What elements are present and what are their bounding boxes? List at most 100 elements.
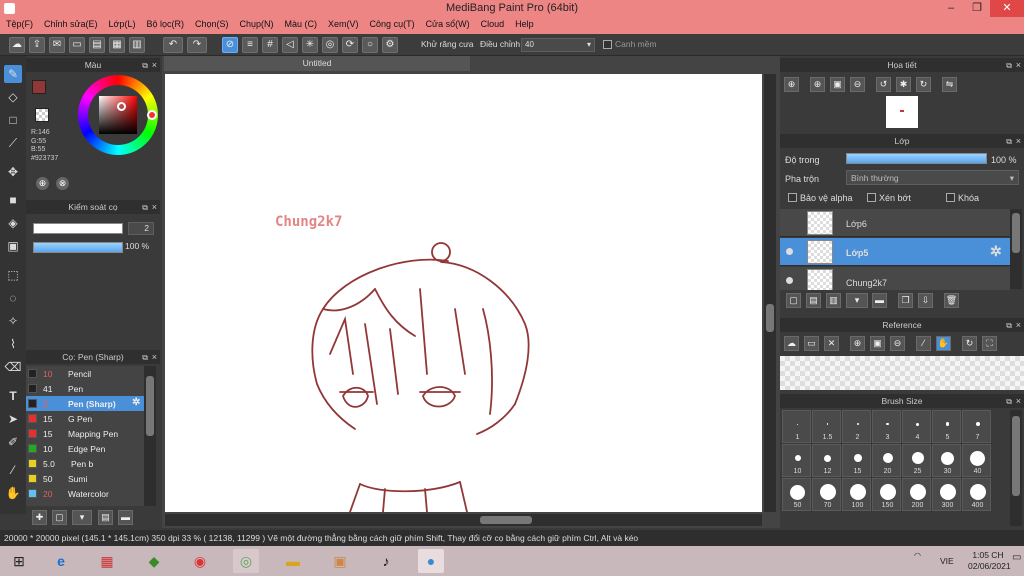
wifi-icon[interactable]: ◠	[914, 551, 921, 560]
popout-icon[interactable]: ⧉	[142, 59, 148, 73]
close-icon[interactable]: ×	[1016, 58, 1021, 72]
eyedropper-tool-icon[interactable]: ⁄	[4, 461, 22, 479]
radial-snap-icon[interactable]: ✳	[302, 37, 318, 53]
rotate-right-icon[interactable]: ↻	[916, 77, 931, 92]
magic-wand-tool-icon[interactable]: ✧	[4, 312, 22, 330]
cloud-icon[interactable]: ☁	[784, 336, 799, 351]
new-halftone-layer-icon[interactable]: ▤	[806, 293, 821, 308]
operation-tool-icon[interactable]: ➤	[4, 410, 22, 428]
menu-select[interactable]: Chọn(S)	[189, 17, 234, 29]
zoom-in-icon[interactable]: ⊕	[784, 77, 799, 92]
new-brush-icon[interactable]: ▢	[52, 510, 67, 525]
zoom-in-icon[interactable]: ⊕	[850, 336, 865, 351]
sv-cursor[interactable]	[117, 102, 126, 111]
gradient-tool-icon[interactable]: ▣	[4, 237, 22, 255]
primary-color-swatch[interactable]	[32, 80, 46, 94]
eyedropper-icon[interactable]: ⁄	[916, 336, 931, 351]
brush-item-g-pen[interactable]: 15 G Pen	[26, 411, 144, 426]
page-icon[interactable]: ▤	[89, 37, 105, 53]
zoom-in-icon[interactable]: ⊕	[810, 77, 825, 92]
snap-settings-icon[interactable]: ⚙	[382, 37, 398, 53]
folder-icon[interactable]: ▬	[118, 510, 133, 525]
layer-menu-icon[interactable]: ▾	[846, 293, 868, 308]
brush-item-edge-pen[interactable]: 10 Edge Pen	[26, 441, 144, 456]
curve-snap-icon[interactable]: ⟳	[342, 37, 358, 53]
brush-size-cell[interactable]: 300	[932, 478, 961, 511]
comment-icon[interactable]: ✉	[49, 37, 65, 53]
brush-item-mapping-pen[interactable]: 15 Mapping Pen	[26, 426, 144, 441]
layer-row[interactable]: Lớp6	[780, 209, 1010, 237]
brush-size-slider[interactable]	[33, 223, 123, 234]
new-layer-icon[interactable]: ▢	[786, 293, 801, 308]
add-brush-icon[interactable]: ✚	[32, 510, 47, 525]
open-folder-icon[interactable]: ▭	[804, 336, 819, 351]
navigator-thumbnail[interactable]	[886, 96, 918, 128]
dot-tool-icon[interactable]: □	[4, 111, 22, 129]
cloud-icon[interactable]: ☁	[9, 37, 25, 53]
brush-size-cell[interactable]: 25	[902, 444, 931, 477]
saturation-square[interactable]	[99, 96, 137, 134]
smooth-checkbox[interactable]	[603, 40, 612, 49]
blend-mode-select[interactable]: Bình thường ▾	[846, 170, 1019, 185]
popout-icon[interactable]: ⧉	[1006, 59, 1012, 73]
ellipse-snap-icon[interactable]: ○	[362, 37, 378, 53]
layer-row-selected[interactable]: Lớp5 ✲	[780, 238, 1010, 266]
brush-size-cell[interactable]: 12	[812, 444, 841, 477]
zoom-out-icon[interactable]: ⊖	[890, 336, 905, 351]
palette-icon[interactable]: ⊕	[36, 177, 49, 190]
select-tool-icon[interactable]: ⬚	[4, 266, 22, 284]
rotate-icon[interactable]: ↻	[962, 336, 977, 351]
close-icon[interactable]: ×	[1016, 134, 1021, 148]
hand-icon[interactable]: ✋	[936, 336, 951, 351]
brush-item-pen[interactable]: 41 Pen	[26, 381, 144, 396]
brush-item-watercolor[interactable]: 20 Watercolor	[26, 486, 144, 501]
canvas-vertical-scrollbar[interactable]	[764, 74, 776, 512]
brush-size-cell[interactable]: 3	[872, 410, 901, 443]
brush-size-cell[interactable]: 15	[842, 444, 871, 477]
canvas-horizontal-scrollbar[interactable]	[165, 514, 762, 526]
grid-icon[interactable]: ▥	[129, 37, 145, 53]
brush-size-cell[interactable]: 7	[962, 410, 991, 443]
eye-icon[interactable]	[786, 248, 793, 255]
duplicate-layer-icon[interactable]: ❐	[898, 293, 913, 308]
reference-view[interactable]	[780, 356, 1024, 390]
layer-opacity-slider[interactable]	[846, 153, 987, 164]
windows-start-icon[interactable]: ⊞	[6, 549, 32, 573]
popout-icon[interactable]: ⧉	[1006, 135, 1012, 149]
popout-icon[interactable]: ⧉	[142, 351, 148, 365]
cross-snap-icon[interactable]: #	[262, 37, 278, 53]
tiktok-icon[interactable]: ♪	[373, 549, 399, 573]
flip-icon[interactable]: ⇋	[942, 77, 957, 92]
brush-opacity-slider[interactable]	[33, 242, 123, 253]
merge-layer-icon[interactable]: ⇩	[918, 293, 933, 308]
clock[interactable]: 1:05 CH 02/06/2021	[968, 550, 1011, 572]
brush-size-cell[interactable]: 50	[782, 478, 811, 511]
brush-size-cell[interactable]: 400	[962, 478, 991, 511]
brush-menu-icon[interactable]: ▾	[72, 510, 92, 525]
brush-size-cell[interactable]: 200	[902, 478, 931, 511]
brush-size-cell[interactable]: 4	[902, 410, 931, 443]
hue-cursor[interactable]	[147, 110, 157, 120]
page-list-icon[interactable]: ▦	[109, 37, 125, 53]
close-icon[interactable]: ×	[152, 58, 157, 72]
file-explorer-icon[interactable]: ▬	[280, 549, 306, 573]
brush-list-scrollbar[interactable]	[144, 366, 156, 506]
hue-ring[interactable]	[78, 75, 158, 155]
clipping-checkbox[interactable]	[867, 193, 876, 202]
notification-icon[interactable]: ▭	[1012, 552, 1021, 563]
chrome-icon[interactable]: ◉	[187, 549, 213, 573]
lock-checkbox[interactable]	[946, 193, 955, 202]
brush-size-scrollbar[interactable]	[1010, 410, 1022, 526]
hand-tool-icon[interactable]: ✋	[4, 484, 22, 502]
eraser-tool-icon[interactable]: ◇	[4, 88, 22, 106]
bluestacks-icon[interactable]: ◆	[141, 549, 167, 573]
text-tool-icon[interactable]: T	[4, 387, 22, 405]
brush-size-cell[interactable]: 1.5	[812, 410, 841, 443]
protect-alpha-checkbox[interactable]	[788, 193, 797, 202]
new-8bit-layer-icon[interactable]: ▥	[826, 293, 841, 308]
brush-item-pen-sharp[interactable]: 2 Pen (Sharp) ✲	[26, 396, 144, 411]
menu-tools[interactable]: Công cụ(T)	[364, 17, 420, 29]
fill-shape-tool-icon[interactable]: ■	[4, 191, 22, 209]
rotate-left-icon[interactable]: ↺	[876, 77, 891, 92]
divide-tool-icon[interactable]: ✐	[4, 433, 22, 451]
